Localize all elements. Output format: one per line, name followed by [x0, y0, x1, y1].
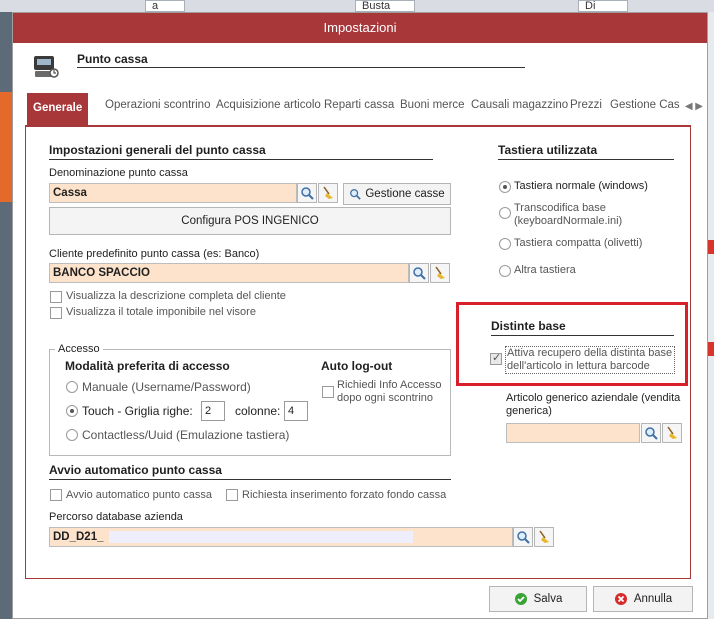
visualizza-descrizione-checkbox[interactable] — [50, 291, 62, 303]
section-title-impostazioni: Impostazioni generali del punto cassa — [49, 143, 266, 157]
background-left-strip — [0, 12, 12, 619]
search-icon — [350, 189, 362, 200]
cancel-button[interactable]: Annulla — [593, 586, 693, 612]
tab-gestione-casse[interactable]: Gestione Cass — [610, 99, 680, 111]
richiedi-info-checkbox[interactable] — [322, 386, 334, 398]
avvio-automatico-checkbox[interactable] — [50, 489, 62, 501]
page-title: Punto cassa — [77, 52, 148, 66]
denominazione-label: Denominazione punto cassa — [49, 167, 188, 179]
attiva-distinta-label: Attiva recupero della distinta base dell… — [505, 346, 675, 374]
tab-bar: Generale Operazioni scontrino Acquisizio… — [25, 93, 703, 126]
broom-icon — [539, 530, 549, 543]
close-icon — [614, 593, 627, 605]
gestione-casse-label: Gestione casse — [365, 188, 445, 200]
tab-operazioni-scontrino[interactable]: Operazioni scontrino — [105, 99, 210, 111]
search-icon — [301, 187, 314, 200]
visualizza-totale-checkbox[interactable] — [50, 307, 62, 319]
search-icon — [517, 531, 530, 544]
background-tile: Busta — [355, 0, 415, 12]
attiva-distinta-checkbox[interactable] — [490, 351, 502, 365]
colonne-label: colonne: — [235, 404, 281, 418]
fondo-cassa-label: Richiesta inserimento forzato fondo cass… — [242, 489, 447, 501]
richiedi-info-label: Richiedi Info Accesso dopo ogni scontrin… — [337, 379, 442, 404]
tab-scroll-arrows-icon[interactable]: ◀ ▶ — [685, 101, 703, 112]
search-icon — [645, 427, 658, 440]
section-title-avvio: Avvio automatico punto cassa — [49, 463, 222, 477]
section-title-tastiera: Tastiera utilizzata — [498, 143, 598, 157]
avvio-automatico-label: Avvio automatico punto cassa — [66, 489, 212, 501]
denominazione-field[interactable]: Cassa — [49, 183, 297, 203]
broom-icon — [323, 186, 333, 199]
tab-prezzi[interactable]: Prezzi — [570, 99, 602, 111]
broom-icon — [435, 266, 445, 279]
search-button[interactable] — [409, 263, 429, 283]
manuale-label: Manuale (Username/Password) — [82, 380, 251, 394]
broom-icon — [667, 426, 677, 439]
accesso-legend: Accesso — [55, 343, 103, 355]
tastiera-normale-radio[interactable] — [499, 181, 511, 193]
gestione-casse-button[interactable]: Gestione casse — [343, 183, 451, 205]
visualizza-descrizione-label: Visualizza la descrizione completa del c… — [66, 290, 286, 302]
autologout-title: Auto log-out — [321, 359, 393, 373]
transcodifica-label: Transcodifica base (keyboardNormale.ini) — [514, 202, 623, 227]
background-app-strip: a Busta Di — [0, 0, 714, 12]
search-button[interactable] — [641, 423, 661, 443]
section-divider — [49, 159, 433, 160]
modalita-title: Modalità preferita di accesso — [65, 359, 230, 373]
save-button[interactable]: Salva — [489, 586, 587, 612]
tastiera-compatta-label: Tastiera compatta (olivetti) — [514, 237, 643, 249]
cancel-label: Annulla — [633, 593, 673, 605]
colonne-input[interactable]: 4 — [284, 401, 308, 421]
check-icon — [514, 593, 527, 605]
clear-button[interactable] — [430, 263, 450, 283]
visualizza-totale-label: Visualizza il totale imponibile nel viso… — [66, 306, 256, 318]
tastiera-compatta-radio[interactable] — [499, 238, 511, 250]
tab-reparti-cassa[interactable]: Reparti cassa — [324, 99, 394, 111]
settings-dialog: Impostazioni Punto cassa Generale Operaz… — [12, 12, 708, 619]
cliente-label: Cliente predefinito punto cassa (es: Ban… — [49, 248, 260, 260]
tastiera-normale-label: Tastiera normale (windows) — [514, 180, 648, 192]
clear-button[interactable] — [662, 423, 682, 443]
contactless-radio[interactable] — [66, 429, 78, 441]
dialog-title: Impostazioni — [13, 13, 707, 43]
tab-acquisizione-articolo[interactable]: Acquisizione articolo — [216, 99, 321, 111]
search-button[interactable] — [513, 527, 533, 547]
header-divider — [77, 67, 525, 68]
cash-register-icon — [34, 56, 59, 78]
section-divider — [49, 479, 451, 480]
configura-pos-button[interactable]: Configura POS INGENICO — [49, 207, 451, 235]
tab-causali-magazzino[interactable]: Causali magazzino — [471, 99, 568, 111]
manuale-radio[interactable] — [66, 381, 78, 393]
altra-tastiera-radio[interactable] — [499, 265, 511, 277]
save-label: Salva — [533, 593, 563, 605]
touch-radio[interactable] — [66, 405, 78, 417]
section-title-distinte: Distinte base — [491, 319, 566, 333]
section-divider — [491, 335, 674, 336]
touch-label: Touch - Griglia righe: — [82, 404, 193, 418]
clear-button[interactable] — [318, 183, 338, 203]
righe-input[interactable]: 2 — [201, 401, 225, 421]
tab-generale[interactable]: Generale — [27, 93, 89, 126]
background-tile: a — [145, 0, 185, 12]
cliente-field[interactable]: BANCO SPACCIO — [49, 263, 409, 283]
fondo-cassa-checkbox[interactable] — [226, 489, 238, 501]
altra-tastiera-label: Altra tastiera — [514, 264, 576, 276]
contactless-label: Contactless/Uuid (Emulazione tastiera) — [82, 428, 290, 442]
background-tile: Di — [578, 0, 628, 12]
percorso-label: Percorso database azienda — [49, 511, 183, 523]
articolo-generico-field[interactable] — [506, 423, 640, 443]
redacted-path — [108, 530, 413, 543]
percorso-field[interactable]: DD_D21_ — [49, 527, 513, 547]
articolo-generico-label: Articolo generico aziendale (vendita gen… — [506, 392, 681, 417]
transcodifica-radio[interactable] — [499, 207, 511, 219]
search-icon — [413, 267, 426, 280]
tab-buoni-merce[interactable]: Buoni merce — [400, 99, 465, 111]
search-button[interactable] — [297, 183, 317, 203]
percorso-value: DD_D21_ — [53, 531, 104, 543]
clear-button[interactable] — [534, 527, 554, 547]
section-divider — [498, 159, 674, 160]
